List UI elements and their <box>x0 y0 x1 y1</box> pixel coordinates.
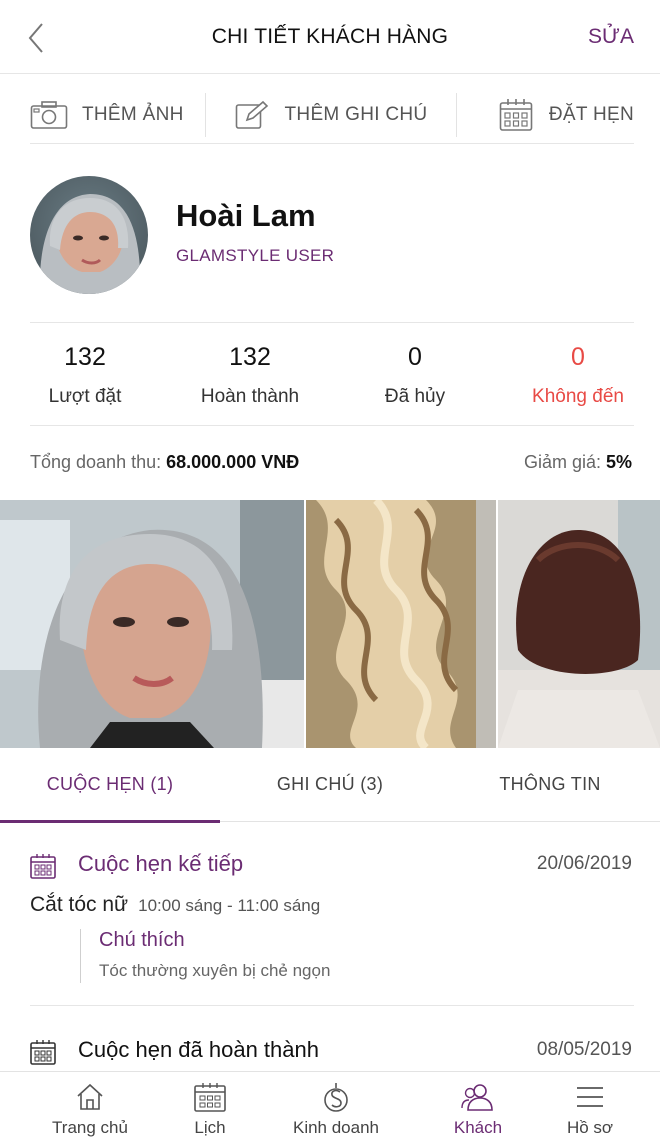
appointment-title: Cuộc hẹn kế tiếp <box>78 851 244 876</box>
book-label: ĐẶT HẸN <box>548 103 634 125</box>
completed-appointment[interactable]: Cuộc hẹn đã hoàn thành 08/05/2019 <box>30 1037 634 1071</box>
action-bar: THÊM ẢNH THÊM GHI CHÚ ĐẶT HẸN <box>30 86 634 144</box>
nav-label: Kinh doanh <box>292 1118 380 1137</box>
camera-icon <box>30 100 68 129</box>
note-text: Tóc thường xuyên bị chẻ ngọn <box>99 961 331 980</box>
bottom-navigation: Trang chủ Lịch Kinh doanh Khách Hồ sơ <box>0 1071 660 1146</box>
gallery-photo[interactable] <box>306 500 496 748</box>
stat-value: 132 <box>64 343 106 371</box>
total-revenue: Tổng doanh thu: 68.000.000 VNĐ <box>30 452 299 473</box>
customer-stats: 132 Lượt đặt 132 Hoàn thành 0 Đã hủy 0 K… <box>30 322 634 426</box>
nav-business[interactable]: Kinh doanh <box>270 1072 402 1146</box>
nav-calendar[interactable]: Lịch <box>144 1072 276 1146</box>
nav-home[interactable]: Trang chủ <box>24 1072 156 1146</box>
stat-label: Hoàn thành <box>200 386 300 407</box>
edit-button[interactable]: SỬA <box>588 25 634 49</box>
calendar-icon <box>194 1083 226 1112</box>
stat-cancelled: 0 Đã hủy <box>360 343 470 408</box>
service-time: 10:00 sáng - 11:00 sáng <box>138 896 321 915</box>
customer-profile: Hoài Lam GLAMSTYLE USER <box>30 176 634 298</box>
home-icon <box>77 1083 103 1110</box>
add-photo-label: THÊM ẢNH <box>82 103 184 125</box>
add-note-label: THÊM GHI CHÚ <box>284 103 428 125</box>
service-name: Cắt tóc nữ <box>30 893 129 916</box>
appointment-date: 20/06/2019 <box>536 853 632 874</box>
nav-label: Trang chủ <box>52 1118 128 1137</box>
stat-label: Đã hủy <box>384 386 446 407</box>
nav-profile[interactable]: Hồ sơ <box>524 1072 656 1146</box>
calendar-icon <box>30 854 56 879</box>
edit-note-icon <box>235 100 268 129</box>
revenue-label: Tổng doanh thu: <box>30 452 162 472</box>
tab-appointments[interactable]: CUỘC HẸN (1) <box>0 760 220 823</box>
content-tabs: CUỘC HẸN (1) GHI CHÚ (3) THÔNG TIN <box>0 760 660 823</box>
appointment-date: 08/05/2019 <box>536 1039 632 1060</box>
gallery-photo[interactable] <box>498 500 660 748</box>
stat-value: 0 <box>571 343 585 371</box>
book-appointment-button[interactable]: ĐẶT HẸN <box>457 93 634 137</box>
stat-label: Không đến <box>532 386 624 407</box>
stat-value: 0 <box>408 343 422 371</box>
avatar[interactable] <box>30 176 148 294</box>
stat-completed: 132 Hoàn thành <box>180 343 320 408</box>
stat-no-show: 0 Không đến <box>518 343 638 408</box>
revenue-value: 68.000.000 VNĐ <box>166 452 300 472</box>
photo-gallery[interactable] <box>0 500 660 748</box>
customer-type: GLAMSTYLE USER <box>176 246 335 265</box>
page-title: CHI TIẾT KHÁCH HÀNG <box>211 25 449 48</box>
discount: Giảm giá: 5% <box>524 452 632 473</box>
discount-value: 5% <box>605 452 632 472</box>
customers-icon <box>461 1084 493 1111</box>
stat-value: 132 <box>229 343 271 371</box>
stat-bookings: 132 Lượt đặt <box>30 343 140 408</box>
gallery-photo[interactable] <box>0 500 304 748</box>
tab-notes[interactable]: GHI CHÚ (3) <box>220 760 440 822</box>
note-title: Chú thích <box>99 929 185 951</box>
appointment-service: Cắt tóc nữ 10:00 sáng - 11:00 sáng <box>30 893 320 917</box>
top-header: CHI TIẾT KHÁCH HÀNG SỬA <box>0 0 660 74</box>
nav-label: Lịch <box>194 1118 226 1137</box>
nav-label: Hồ sơ <box>566 1118 614 1137</box>
divider <box>30 1005 634 1006</box>
discount-label: Giảm giá: <box>523 452 601 472</box>
customer-name: Hoài Lam <box>176 198 316 233</box>
calendar-icon <box>30 1040 56 1065</box>
menu-icon <box>577 1087 603 1107</box>
calendar-icon <box>499 98 533 131</box>
appointment-title: Cuộc hẹn đã hoàn thành <box>78 1037 319 1062</box>
business-icon <box>324 1083 348 1112</box>
add-note-button[interactable]: THÊM GHI CHÚ <box>206 93 456 137</box>
next-appointment[interactable]: Cuộc hẹn kế tiếp 20/06/2019 Cắt tóc nữ 10… <box>30 851 634 991</box>
tab-info[interactable]: THÔNG TIN <box>440 760 660 822</box>
stat-label: Lượt đặt <box>48 386 122 407</box>
add-photo-button[interactable]: THÊM ẢNH <box>30 93 205 137</box>
appointment-note: Chú thích Tóc thường xuyên bị chẻ ngọn <box>80 929 330 983</box>
